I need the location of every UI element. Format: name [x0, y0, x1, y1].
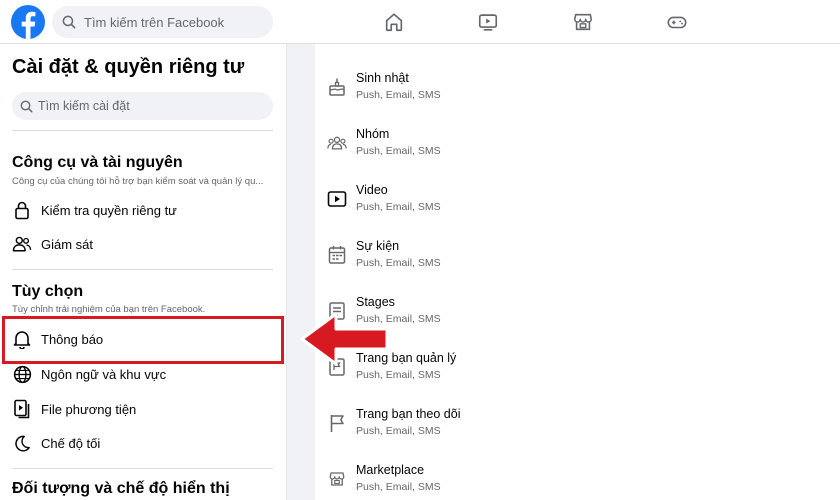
top-navigation-bar — [0, 0, 840, 44]
birthday-cake-icon — [327, 77, 347, 97]
annotation-highlight-box — [2, 316, 284, 364]
facebook-search-input[interactable] — [84, 14, 264, 30]
settings-sidebar: Cài đặt & quyền riêng tư Công cụ và tài … — [0, 44, 287, 500]
divider — [12, 269, 273, 270]
notification-item-title: Nhóm — [356, 127, 390, 141]
settings-search-input[interactable] — [38, 99, 258, 113]
menu-item-media-files[interactable]: File phương tiện — [0, 392, 286, 426]
section-title-tools: Công cụ và tài nguyên — [12, 154, 183, 171]
notification-item-video[interactable]: Video Push, Email, SMS — [327, 183, 807, 233]
section-title-audience-visibility: Đối tượng và chế độ hiển thị — [12, 480, 230, 497]
notification-settings-card: Sinh nhật Push, Email, SMS Nhóm Push, Em… — [315, 44, 840, 500]
notification-item-title: Video — [356, 183, 388, 197]
section-description-tools: Công cụ của chúng tôi hỗ trợ bạn kiểm so… — [12, 176, 264, 187]
menu-item-label: Chế độ tối — [41, 435, 101, 451]
notification-item-title: Sinh nhật — [356, 71, 409, 85]
marketplace-icon — [327, 469, 347, 489]
notification-item-channels: Push, Email, SMS — [356, 145, 441, 157]
groups-icon — [327, 133, 347, 153]
lock-icon — [12, 200, 32, 220]
marketplace-icon[interactable] — [568, 8, 598, 36]
notification-item-channels: Push, Email, SMS — [356, 201, 441, 213]
gaming-icon[interactable] — [662, 8, 692, 36]
notification-item-title: Stages — [356, 295, 395, 309]
notification-item-channels: Push, Email, SMS — [356, 257, 441, 269]
facebook-logo-icon[interactable] — [11, 5, 45, 39]
media-file-icon — [12, 399, 32, 419]
flag-icon — [327, 413, 347, 433]
notification-item-title: Sự kiện — [356, 239, 400, 253]
notification-item-channels: Push, Email, SMS — [356, 369, 441, 381]
search-icon — [62, 15, 76, 29]
notifications-panel: Sinh nhật Push, Email, SMS Nhóm Push, Em… — [287, 44, 840, 500]
settings-search-bar[interactable] — [12, 92, 273, 120]
menu-item-label: File phương tiện — [41, 401, 137, 417]
menu-item-label: Kiểm tra quyền riêng tư — [41, 202, 177, 218]
section-title-preferences: Tùy chọn — [12, 283, 84, 300]
notification-item-groups[interactable]: Nhóm Push, Email, SMS — [327, 127, 807, 177]
globe-icon — [12, 364, 32, 384]
video-icon — [327, 189, 347, 209]
notification-item-stages[interactable]: Stages Push, Email, SMS — [327, 295, 807, 345]
divider — [12, 130, 273, 131]
notification-item-title: Marketplace — [356, 463, 425, 477]
menu-item-dark-mode[interactable]: Chế độ tối — [0, 426, 286, 460]
notification-item-channels: Push, Email, SMS — [356, 481, 441, 493]
notification-item-title: Trang bạn theo dõi — [356, 407, 461, 421]
supervision-icon — [12, 234, 32, 254]
menu-item-privacy-checkup[interactable]: Kiểm tra quyền riêng tư — [0, 193, 286, 227]
menu-item-label: Ngôn ngữ và khu vực — [41, 366, 167, 382]
page-title: Cài đặt & quyền riêng tư — [12, 56, 245, 78]
notification-item-followed-pages[interactable]: Trang bạn theo dõi Push, Email, SMS — [327, 407, 807, 457]
notification-item-events[interactable]: Sự kiện Push, Email, SMS — [327, 239, 807, 289]
search-icon — [20, 100, 33, 113]
notification-item-marketplace[interactable]: Marketplace Push, Email, SMS — [327, 463, 807, 500]
notification-item-managed-pages[interactable]: Trang bạn quản lý Push, Email, SMS — [327, 351, 807, 401]
notification-item-birthdays[interactable]: Sinh nhật Push, Email, SMS — [327, 71, 807, 121]
watch-video-icon[interactable] — [473, 8, 503, 36]
notification-item-channels: Push, Email, SMS — [356, 89, 441, 101]
section-description-preferences: Tùy chỉnh trải nghiệm của bạn trên Faceb… — [12, 304, 206, 315]
calendar-icon — [327, 245, 347, 265]
home-icon[interactable] — [379, 8, 409, 36]
notification-item-channels: Push, Email, SMS — [356, 425, 441, 437]
facebook-search-bar[interactable] — [52, 6, 273, 38]
annotation-arrow-icon — [300, 312, 389, 366]
moon-icon — [12, 433, 32, 453]
menu-item-supervision[interactable]: Giám sát — [0, 227, 286, 261]
menu-item-label: Giám sát — [41, 236, 94, 252]
divider — [12, 468, 273, 469]
